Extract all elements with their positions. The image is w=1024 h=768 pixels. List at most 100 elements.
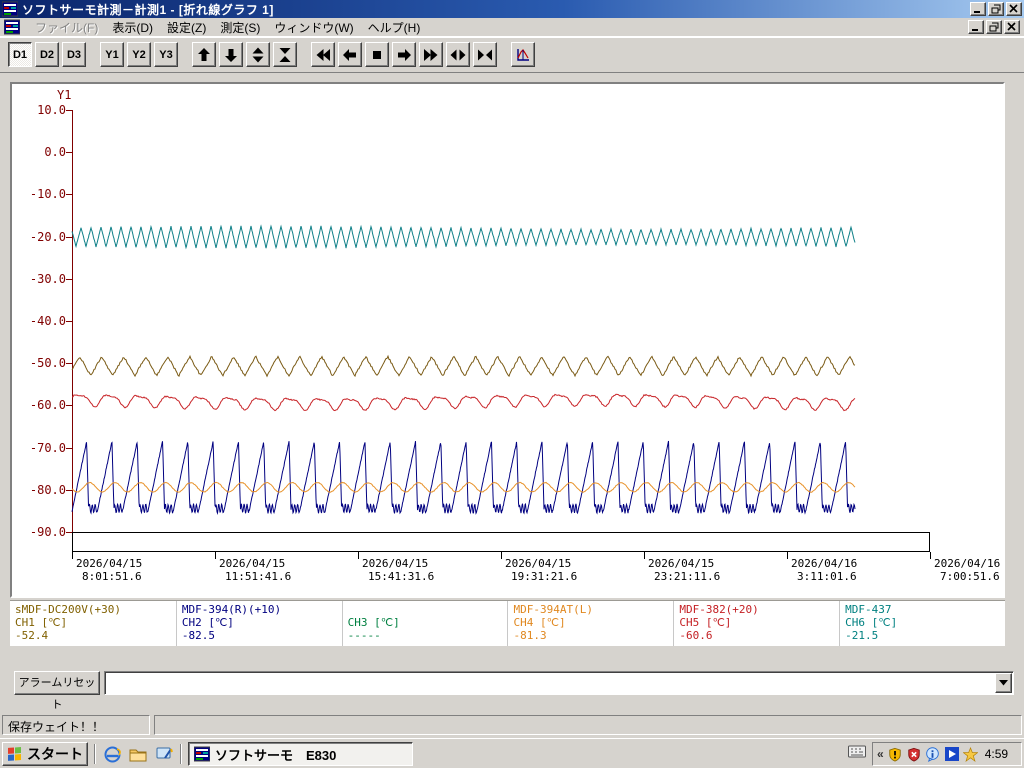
show-desktop-icon[interactable] bbox=[154, 744, 174, 764]
channel-name: MDF-394(R)(+10) bbox=[181, 603, 282, 616]
shift-down-icon bbox=[225, 48, 237, 62]
d2-button[interactable]: D2 bbox=[35, 42, 59, 67]
system-tray: « 4:59 bbox=[872, 742, 1022, 766]
combobox-dropdown-button[interactable] bbox=[995, 673, 1012, 693]
compress-vertical-icon bbox=[279, 47, 291, 62]
fast-forward-button[interactable] bbox=[419, 42, 443, 67]
channel-label: CH4 [℃] bbox=[513, 616, 566, 629]
window-title: ソフトサーモ計測－計測1 - [折れ線グラフ 1] bbox=[22, 2, 274, 17]
child-window-icon[interactable] bbox=[4, 19, 20, 35]
plot-lines bbox=[71, 224, 856, 515]
channel-label: CH5 [℃] bbox=[679, 616, 732, 629]
collapse-chevron-icon[interactable]: « bbox=[877, 747, 884, 761]
fast-forward-icon bbox=[424, 48, 438, 61]
security-warning-shield-icon[interactable] bbox=[887, 746, 903, 762]
taskbar: スタート ソフトサーモ E830 « 4:59 bbox=[0, 738, 1024, 768]
restore-icon bbox=[991, 4, 1001, 14]
start-button[interactable]: スタート bbox=[2, 742, 88, 766]
rewind-icon bbox=[316, 48, 330, 61]
star-icon[interactable] bbox=[963, 746, 979, 762]
menu-file[interactable]: ファイル(F) bbox=[28, 17, 105, 38]
keyboard-icon[interactable] bbox=[848, 745, 866, 763]
task-button-softthermo[interactable]: ソフトサーモ E830 bbox=[188, 742, 413, 766]
minimize-icon bbox=[972, 29, 978, 31]
alarm-reset-button[interactable]: アラームリセット bbox=[14, 671, 100, 711]
stop-button[interactable] bbox=[365, 42, 389, 67]
taskbar-separator bbox=[94, 744, 96, 764]
start-label: スタート bbox=[27, 746, 83, 762]
graph-settings-button[interactable] bbox=[511, 42, 535, 67]
close-icon bbox=[1007, 22, 1016, 31]
internet-explorer-icon[interactable] bbox=[102, 744, 122, 764]
menu-settings[interactable]: 設定(Z) bbox=[160, 17, 213, 38]
expand-vertical-button[interactable] bbox=[246, 42, 270, 67]
legend-channel-1: sMDF-DC200V(+30) CH1 [℃] -52.4 bbox=[10, 601, 176, 646]
step-back-icon bbox=[343, 48, 356, 61]
channel-name: MDF-382(+20) bbox=[679, 603, 759, 616]
graph-settings-icon bbox=[517, 48, 529, 61]
shift-up-button[interactable] bbox=[192, 42, 216, 67]
security-alert-shield-icon[interactable] bbox=[906, 746, 922, 762]
step-back-button[interactable] bbox=[338, 42, 362, 67]
status-panel-2 bbox=[154, 715, 1022, 735]
channel-legend: sMDF-DC200V(+30) CH1 [℃] -52.4 MDF-394(R… bbox=[10, 600, 1005, 646]
child-minimize-button[interactable] bbox=[968, 20, 984, 34]
play-indicator-icon[interactable] bbox=[944, 746, 960, 762]
minimize-icon bbox=[974, 11, 980, 13]
status-bar: 保存ウェイト！！ bbox=[0, 712, 1024, 738]
y3-button[interactable]: Y3 bbox=[154, 42, 178, 67]
minimize-button[interactable] bbox=[970, 2, 986, 16]
alarm-message-combobox[interactable] bbox=[104, 671, 1014, 695]
channel-name: sMDF-DC200V(+30) bbox=[15, 603, 121, 616]
close-icon bbox=[1009, 4, 1018, 13]
series-line-ch1 bbox=[71, 354, 856, 378]
app-icon bbox=[2, 1, 18, 17]
application-window: ソフトサーモ計測－計測1 - [折れ線グラフ 1] ファイル(F) 表示(D) … bbox=[0, 0, 1024, 768]
shift-down-button[interactable] bbox=[219, 42, 243, 67]
series-line-ch6 bbox=[71, 224, 856, 250]
channel-label: CH2 [℃] bbox=[181, 616, 234, 629]
channel-label: CH3 [℃] bbox=[347, 616, 400, 629]
task-button-label: ソフトサーモ E830 bbox=[215, 747, 337, 763]
channel-label: CH1 [℃] bbox=[15, 616, 68, 629]
close-button[interactable] bbox=[1006, 2, 1022, 16]
rewind-button[interactable] bbox=[311, 42, 335, 67]
compress-vertical-button[interactable] bbox=[273, 42, 297, 67]
menu-help[interactable]: ヘルプ(H) bbox=[361, 17, 428, 38]
d1-button[interactable]: D1 bbox=[8, 42, 32, 67]
channel-value: -81.3 bbox=[513, 629, 547, 642]
line-graph-panel: Y1 10.0 0.0 -10.0 -20.0 -30.0 -40.0 -50.0 -60.0… bbox=[10, 82, 1005, 598]
child-restore-button[interactable] bbox=[986, 20, 1002, 34]
menu-window[interactable]: ウィンドウ(W) bbox=[267, 17, 360, 38]
step-forward-icon bbox=[398, 48, 411, 61]
channel-value: -60.6 bbox=[679, 629, 713, 642]
taskbar-separator bbox=[180, 744, 182, 764]
channel-name: MDF-437 bbox=[845, 603, 892, 616]
series-line-ch5 bbox=[71, 393, 856, 412]
menu-bar: ファイル(F) 表示(D) 設定(Z) 測定(S) ウィンドウ(W) ヘルプ(H… bbox=[0, 18, 1024, 37]
title-bar: ソフトサーモ計測－計測1 - [折れ線グラフ 1] bbox=[0, 0, 1024, 18]
stop-icon bbox=[373, 50, 381, 59]
channel-value: -21.5 bbox=[845, 629, 879, 642]
restore-icon bbox=[989, 22, 999, 32]
y2-button[interactable]: Y2 bbox=[127, 42, 151, 67]
d3-button[interactable]: D3 bbox=[62, 42, 86, 67]
expand-vertical-icon bbox=[252, 47, 264, 62]
expand-horizontal-button[interactable] bbox=[446, 42, 470, 67]
menu-measure[interactable]: 測定(S) bbox=[213, 17, 267, 38]
channel-name: MDF-394AT(L) bbox=[513, 603, 593, 616]
toolbar: D1 D2 D3 Y1 Y2 Y3 bbox=[0, 37, 1024, 73]
compress-horizontal-button[interactable] bbox=[473, 42, 497, 67]
step-forward-button[interactable] bbox=[392, 42, 416, 67]
chevron-down-icon bbox=[999, 680, 1008, 686]
menu-view[interactable]: 表示(D) bbox=[105, 17, 160, 38]
status-message: 保存ウェイト！！ bbox=[2, 715, 150, 735]
shift-up-icon bbox=[198, 47, 210, 61]
child-close-button[interactable] bbox=[1004, 20, 1020, 34]
y1-button[interactable]: Y1 bbox=[100, 42, 124, 67]
info-balloon-icon[interactable] bbox=[925, 746, 941, 762]
folder-icon[interactable] bbox=[128, 744, 148, 764]
restore-button[interactable] bbox=[988, 2, 1004, 16]
legend-channel-2: MDF-394(R)(+10) CH2 [℃] -82.5 bbox=[175, 601, 342, 646]
channel-label: CH6 [℃] bbox=[845, 616, 898, 629]
